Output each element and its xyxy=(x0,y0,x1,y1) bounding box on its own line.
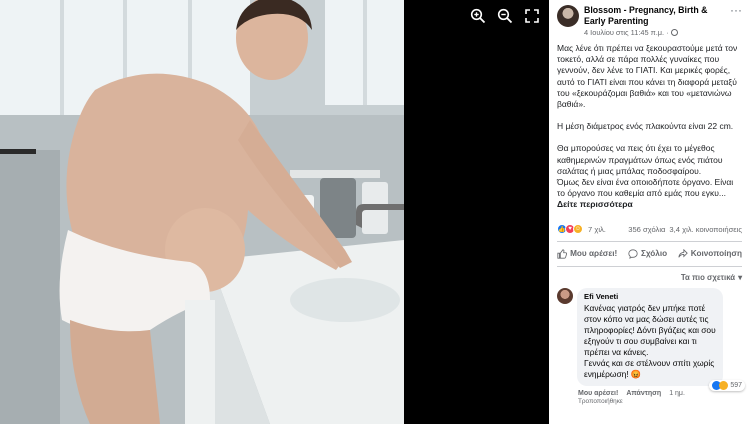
share-label: Κοινοποίηση xyxy=(690,249,742,259)
share-icon xyxy=(678,248,688,258)
post-paragraph: Μας λένε ότι πρέπει να ξεκουραστούμε μετ… xyxy=(557,43,738,110)
more-options-icon[interactable]: ··· xyxy=(730,4,742,16)
comment-like-button[interactable]: Μου αρέσει! xyxy=(578,390,618,397)
comment-reactions[interactable]: 597 xyxy=(709,379,745,391)
comment-time[interactable]: 1 ημ. xyxy=(669,390,685,397)
comment-icon xyxy=(628,249,638,259)
sort-label: Τα πιο σχετικά xyxy=(680,272,736,282)
comment-label: Σχόλιο xyxy=(640,249,668,259)
comment-paragraph: Γεννάς και σε στέλνουν σπίτι χωρίς ενημέ… xyxy=(584,357,715,379)
comment-edited-label: Τροποποιήθηκε xyxy=(578,397,623,405)
see-more-link[interactable]: Δείτε περισσότερα xyxy=(557,199,742,210)
post-time[interactable]: 4 Ιουλίου στις 11:45 π.μ. xyxy=(584,28,664,37)
reaction-icons[interactable]: 👍 ♥ ☺ xyxy=(557,224,583,235)
reactions-summary: 👍 ♥ ☺ 7 χιλ. 356 σχόλια 3,4 χιλ. κοινοπο… xyxy=(549,211,750,235)
post-paragraph: Όμως δεν είναι ένα οποιοδήποτε όργανο. Ε… xyxy=(557,177,734,199)
comment-text: Κανένας γιατρός δεν μπήκε ποτέ στον κόπο… xyxy=(584,303,716,380)
post-header-text: Blossom - Pregnancy, Birth & Early Paren… xyxy=(584,5,730,37)
thumbs-up-icon xyxy=(557,249,568,259)
comment-paragraph: Κανένας γιατρός δεν μπήκε ποτέ στον κόπο… xyxy=(584,302,716,357)
comment-actions: Μου αρέσει! Απάντηση 1 ημ. xyxy=(549,390,750,397)
comment-reply-button[interactable]: Απάντηση xyxy=(626,390,661,397)
shares-count[interactable]: 3,4 χιλ. κοινοποιήσεις xyxy=(669,225,742,234)
reactions-count[interactable]: 7 χιλ. xyxy=(588,225,606,234)
commenter-avatar[interactable] xyxy=(557,287,573,304)
comment-bubble: Efi Veneti Κανένας γιατρός δεν μπήκε ποτ… xyxy=(577,287,745,391)
like-button[interactable]: Μου αρέσει! xyxy=(557,242,617,266)
post-header: Blossom - Pregnancy, Birth & Early Paren… xyxy=(549,0,750,37)
photo-viewer xyxy=(0,0,549,424)
post-text: Μας λένε ότι πρέπει να ξεκουραστούμε μετ… xyxy=(549,37,750,211)
post-stats: 356 σχόλια 3,4 χιλ. κοινοποιήσεις xyxy=(628,225,742,234)
post-actions: Μου αρέσει! Σχόλιο Κοινοποίηση xyxy=(557,240,742,267)
post-side-panel: Blossom - Pregnancy, Birth & Early Paren… xyxy=(549,0,750,424)
page-avatar[interactable] xyxy=(557,5,579,27)
viewer-controls xyxy=(470,8,540,24)
post-photo[interactable] xyxy=(0,0,404,424)
post-paragraph: Η μέση διάμετρος ενός πλακούντα είναι 22… xyxy=(557,121,734,132)
fullscreen-icon[interactable] xyxy=(524,8,540,24)
care-reaction-icon xyxy=(719,380,729,390)
post-paragraph: Θα μπορούσες να πεις ότι έχει το μέγεθος… xyxy=(557,143,723,176)
care-reaction-icon: ☺ xyxy=(573,224,583,235)
comment: Efi Veneti Κανένας γιατρός δεν μπήκε ποτ… xyxy=(549,282,750,391)
zoom-out-icon[interactable] xyxy=(497,8,513,24)
comment-author[interactable]: Efi Veneti xyxy=(584,292,716,301)
comments-count[interactable]: 356 σχόλια xyxy=(628,225,665,234)
comment-sort[interactable]: Τα πιο σχετικά ▾ xyxy=(549,267,750,282)
page-name[interactable]: Blossom - Pregnancy, Birth & Early Paren… xyxy=(584,5,730,27)
meta-separator: · xyxy=(666,28,669,37)
caret-down-icon: ▾ xyxy=(738,272,742,282)
share-button[interactable]: Κοινοποίηση xyxy=(678,242,742,266)
globe-icon xyxy=(670,29,678,36)
zoom-in-icon[interactable] xyxy=(470,8,486,24)
comment-reaction-count: 597 xyxy=(730,381,742,389)
photo-illustration xyxy=(0,0,404,424)
post-meta: 4 Ιουλίου στις 11:45 π.μ. · xyxy=(584,28,730,37)
comment-button[interactable]: Σχόλιο xyxy=(617,242,677,266)
like-label: Μου αρέσει! xyxy=(570,249,618,259)
